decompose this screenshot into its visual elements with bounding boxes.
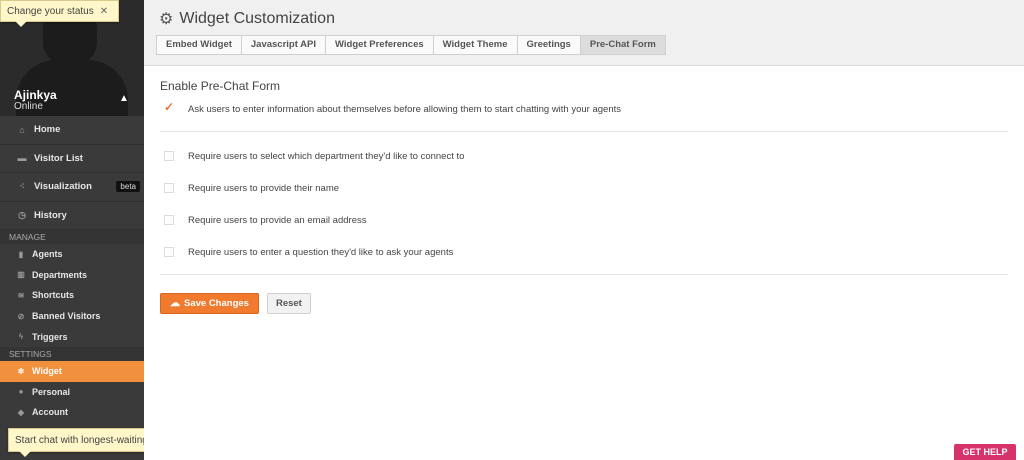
- tab-embed-widget[interactable]: Embed Widget: [156, 35, 241, 55]
- clock-icon: ◷: [18, 209, 26, 220]
- status-tooltip: Change your status ✕: [0, 0, 119, 27]
- page-title: ⚙ Widget Customization: [159, 9, 335, 29]
- network-icon: ⁖: [19, 181, 25, 192]
- tab-javascript-api[interactable]: Javascript API: [240, 35, 326, 55]
- status-tooltip-text: Change your status: [7, 5, 94, 17]
- main-content: ⚙ Widget Customization Embed Widget Java…: [144, 0, 1024, 460]
- building-icon: ▥: [17, 270, 25, 280]
- chat-bubble-icon: ▬: [17, 153, 27, 164]
- require-department-checkbox[interactable]: [164, 151, 174, 161]
- chevron-up-icon[interactable]: ▲: [116, 91, 132, 107]
- page-title-text: Widget Customization: [179, 10, 335, 27]
- get-help-button[interactable]: GET HELP: [954, 444, 1016, 460]
- require-email-checkbox[interactable]: [164, 215, 174, 225]
- section-settings: SETTINGS: [0, 346, 144, 361]
- gear-icon: ⚙: [159, 11, 174, 28]
- beta-badge: beta: [116, 181, 140, 193]
- cloud-upload-icon: ☁: [170, 298, 180, 309]
- option-row: Require users to provide an email addres…: [160, 212, 1008, 228]
- section-manage: MANAGE: [0, 230, 144, 244]
- page-header: ⚙ Widget Customization Embed Widget Java…: [144, 0, 1024, 66]
- sidebar-item-shortcuts[interactable]: ≋ Shortcuts: [0, 285, 144, 306]
- sidebar-item-label: Account: [32, 407, 68, 418]
- form-actions: ☁ Save Changes Reset: [160, 293, 311, 314]
- requirement-options: Require users to select which department…: [160, 148, 1008, 260]
- sidebar-item-triggers[interactable]: ϟ Triggers: [0, 326, 144, 347]
- save-changes-button[interactable]: ☁ Save Changes: [160, 293, 259, 314]
- sidebar-item-label: Visitor List: [34, 152, 83, 164]
- reset-button[interactable]: Reset: [266, 293, 311, 314]
- lightning-icon: ϟ: [18, 332, 24, 342]
- pre-chat-form-settings: Enable Pre-Chat Form Ask users to enter …: [160, 79, 1008, 275]
- user-icon: ●: [18, 387, 24, 397]
- sidebar-item-departments[interactable]: ▥ Departments: [0, 265, 144, 286]
- sidebar-item-account[interactable]: ◆ Account: [0, 402, 144, 423]
- sidebar-item-label: Shortcuts: [32, 290, 75, 301]
- require-question-checkbox[interactable]: [164, 247, 174, 257]
- tab-widget-preferences[interactable]: Widget Preferences: [325, 35, 433, 55]
- option-row: Require users to enter a question they'd…: [160, 244, 1008, 260]
- home-icon: ⌂: [19, 124, 25, 135]
- ban-icon: ⊘: [17, 311, 25, 321]
- sidebar: Ajinkya Online ▲ ⌂ Home ▬ Visitor List ⁖…: [0, 0, 144, 460]
- sidebar-nav: ⌂ Home ▬ Visitor List ⁖ Visualization be…: [0, 116, 144, 423]
- sidebar-item-label: Visualization: [34, 181, 92, 193]
- sidebar-item-label: History: [34, 209, 67, 221]
- enable-pre-chat-label: Ask users to enter information about the…: [188, 103, 622, 115]
- sidebar-item-label: Banned Visitors: [32, 311, 101, 322]
- option-label: Require users to enter a question they'd…: [188, 246, 454, 258]
- sidebar-item-label: Agents: [32, 249, 63, 260]
- sidebar-item-history[interactable]: ◷ History: [0, 202, 144, 230]
- sidebar-item-widget[interactable]: ✲ Widget: [0, 360, 144, 382]
- option-row: Require users to provide their name: [160, 180, 1008, 196]
- agent-icon: ▮: [18, 249, 24, 259]
- option-label: Require users to select which department…: [188, 150, 465, 162]
- section-title: Enable Pre-Chat Form: [160, 79, 281, 93]
- sidebar-item-banned-visitors[interactable]: ⊘ Banned Visitors: [0, 306, 144, 327]
- divider: [160, 274, 1008, 275]
- option-label: Require users to provide their name: [188, 182, 340, 194]
- save-changes-label: Save Changes: [184, 298, 249, 309]
- account-icon: ◆: [17, 407, 25, 417]
- sidebar-item-personal[interactable]: ● Personal: [0, 382, 144, 403]
- sidebar-item-label: Triggers: [32, 331, 68, 342]
- enable-pre-chat-checkbox[interactable]: [164, 100, 174, 114]
- option-row: Require users to select which department…: [160, 148, 1008, 164]
- gear-icon: ✲: [17, 366, 25, 376]
- sidebar-item-visitor-list[interactable]: ▬ Visitor List: [0, 145, 144, 173]
- option-label: Require users to provide an email addres…: [188, 214, 367, 226]
- sidebar-item-agents[interactable]: ▮ Agents: [0, 244, 144, 265]
- close-icon[interactable]: ✕: [100, 6, 108, 17]
- shortcut-icon: ≋: [17, 290, 25, 300]
- enable-pre-chat-row: Ask users to enter information about the…: [160, 100, 1008, 117]
- sidebar-item-home[interactable]: ⌂ Home: [0, 116, 144, 145]
- tab-pre-chat-form[interactable]: Pre-Chat Form: [579, 35, 666, 55]
- tab-greetings[interactable]: Greetings: [516, 35, 580, 55]
- sidebar-item-label: Widget: [32, 366, 62, 377]
- sidebar-item-label: Home: [34, 124, 61, 136]
- divider: [160, 131, 1008, 132]
- tab-bar: Embed Widget Javascript API Widget Prefe…: [156, 35, 666, 55]
- sidebar-item-label: Personal: [32, 386, 71, 397]
- sidebar-item-label: Departments: [32, 269, 88, 280]
- profile-status: Online: [14, 101, 43, 112]
- require-name-checkbox[interactable]: [164, 183, 174, 193]
- profile-name: Ajinkya: [14, 88, 57, 102]
- tab-widget-theme[interactable]: Widget Theme: [432, 35, 517, 55]
- sidebar-item-visualization[interactable]: ⁖ Visualization beta: [0, 173, 144, 202]
